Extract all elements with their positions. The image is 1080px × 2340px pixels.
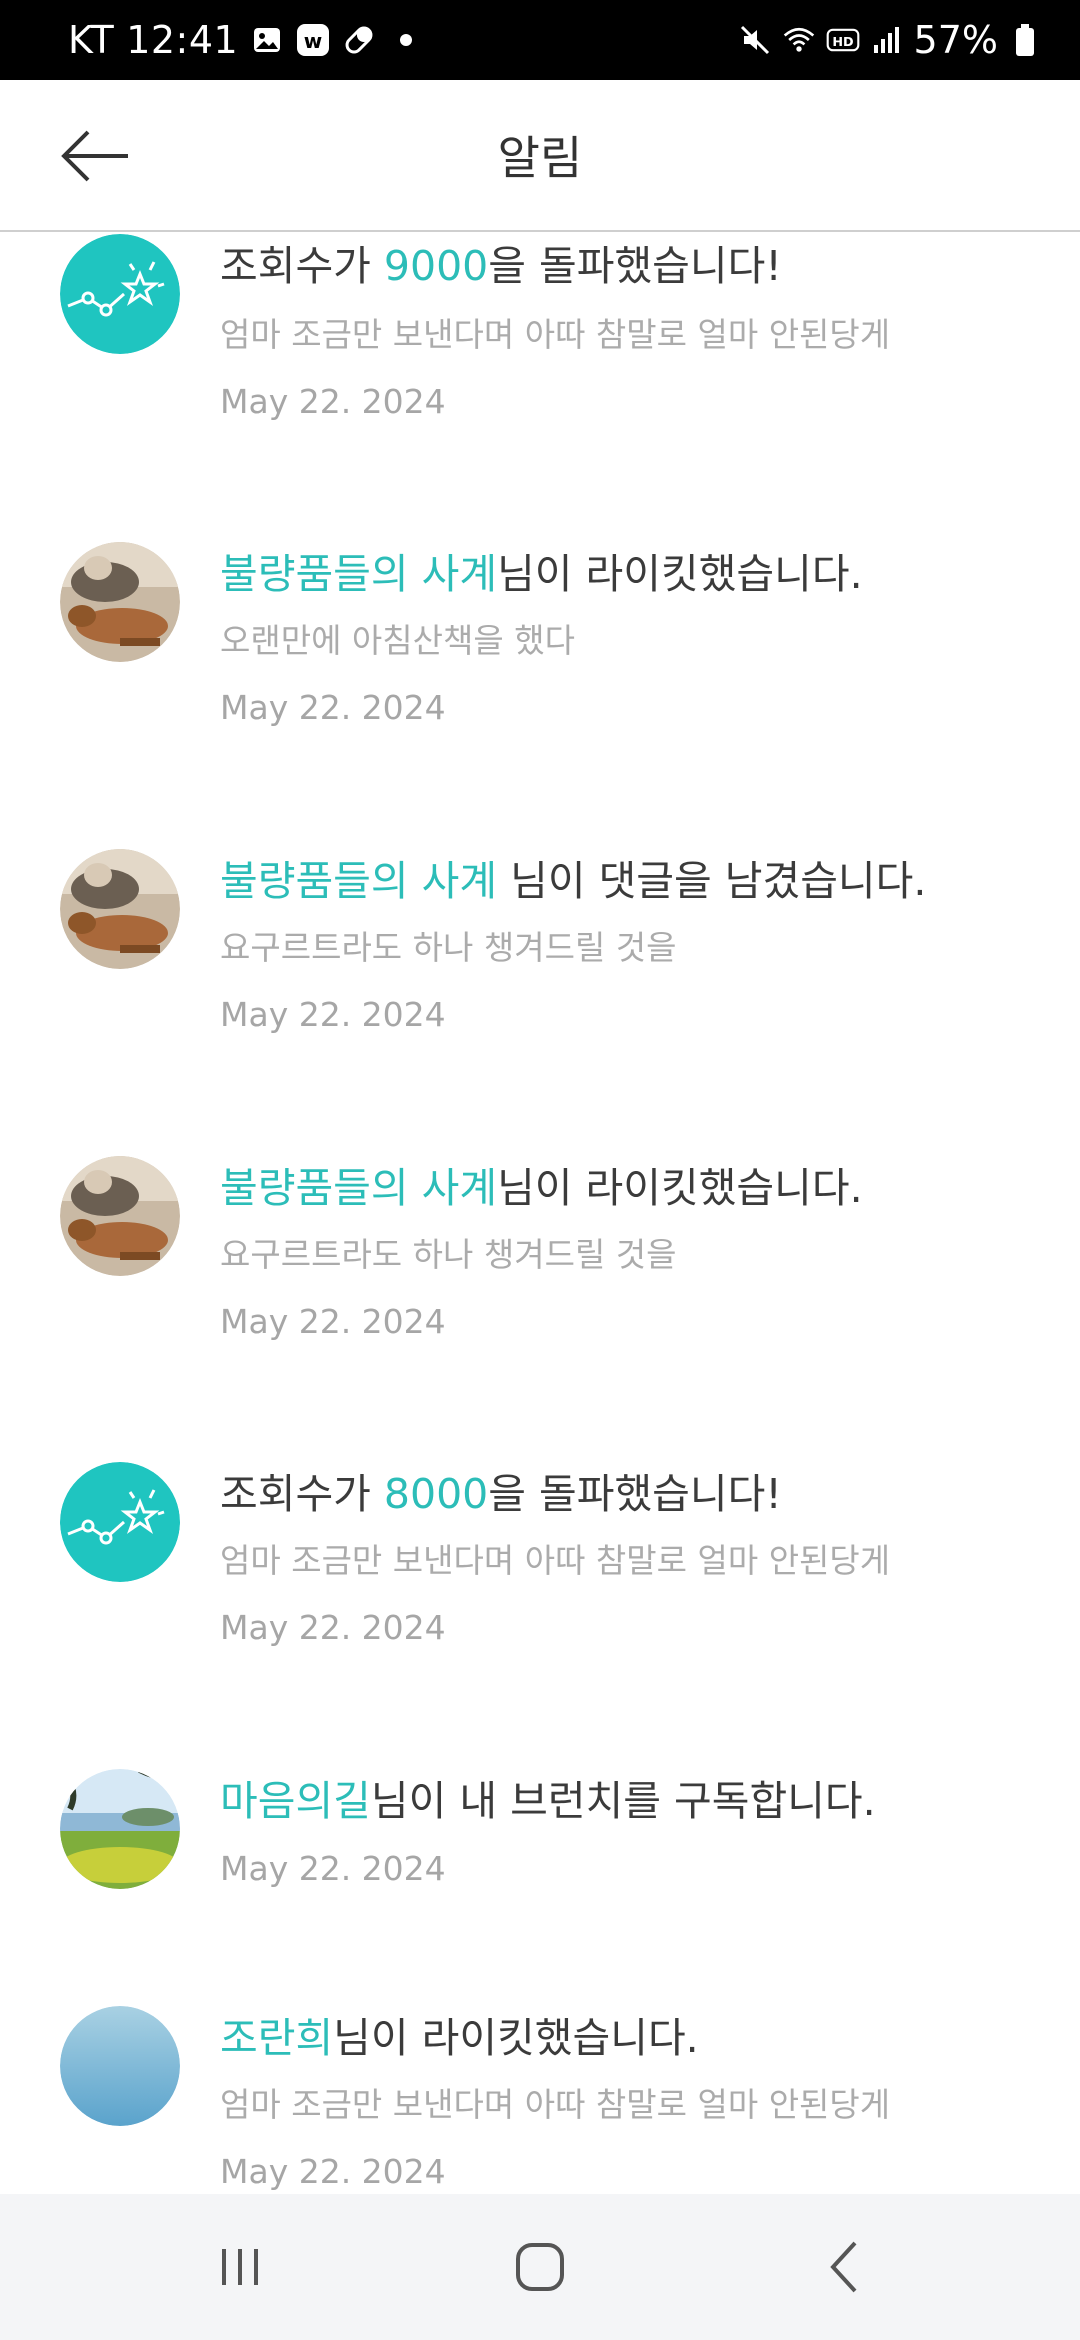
user-avatar-default[interactable] xyxy=(60,2006,180,2126)
notification-dot-icon xyxy=(400,34,413,46)
signal-icon xyxy=(870,23,904,57)
stats-star-icon xyxy=(60,234,180,354)
home-button[interactable] xyxy=(500,2232,580,2302)
notification-date: May 22. 2024 xyxy=(220,1608,446,1647)
svg-text:w: w xyxy=(304,29,322,53)
notification-message: 불량품들의 사계님이 라이킷했습니다. xyxy=(220,540,863,600)
notification-subtitle: 엄마 조금만 보낸다며 아따 참말로 얼마 안된당게 xyxy=(220,2085,891,2124)
notification-message: 조회수가 9000을 돌파했습니다! xyxy=(220,232,782,292)
notification-message: 조회수가 8000을 돌파했습니다! xyxy=(220,1460,782,1520)
page-title: 알림 xyxy=(497,131,583,185)
recent-apps-button[interactable] xyxy=(200,2232,280,2302)
message-highlight[interactable]: 마음의길 xyxy=(220,1777,371,1825)
notification-date: May 22. 2024 xyxy=(220,1302,446,1341)
message-text: 님이 라이킷했습니다. xyxy=(497,1164,863,1212)
notification-item[interactable]: 조회수가 9000을 돌파했습니다! 엄마 조금만 보낸다며 아따 참말로 얼마… xyxy=(0,232,1080,522)
message-text: 님이 라이킷했습니다. xyxy=(497,550,863,598)
message-text: 님이 내 브런치를 구독합니다. xyxy=(370,1777,876,1825)
chevron-left-icon xyxy=(830,2241,857,2293)
notification-date: May 22. 2024 xyxy=(220,2152,446,2191)
notification-list[interactable]: 조회수가 9000을 돌파했습니다! 엄마 조금만 보낸다며 아따 참말로 얼마… xyxy=(0,232,1080,2194)
notification-date: May 22. 2024 xyxy=(220,1849,446,1888)
message-highlight: 9000 xyxy=(383,242,489,290)
message-highlight[interactable]: 불량품들의 사계 xyxy=(220,1164,497,1212)
notification-item[interactable]: 조회수가 8000을 돌파했습니다! 엄마 조금만 보낸다며 아따 참말로 얼마… xyxy=(0,1452,1080,1742)
hd-icon: HD xyxy=(826,23,860,57)
notification-message: 마음의길님이 내 브런치를 구독합니다. xyxy=(220,1767,876,1827)
notification-subtitle: 요구르트라도 하나 챙겨드릴 것을 xyxy=(220,928,677,967)
recent-apps-icon xyxy=(222,2249,258,2285)
notification-item[interactable]: 불량품들의 사계 님이 댓글을 남겼습니다. 요구르트라도 하나 챙겨드릴 것을… xyxy=(0,839,1080,1129)
notification-date: May 22. 2024 xyxy=(220,382,446,421)
notification-subtitle: 요구르트라도 하나 챙겨드릴 것을 xyxy=(220,1235,677,1274)
message-text: 조회수가 xyxy=(220,1470,384,1518)
stats-star-icon xyxy=(60,1462,180,1582)
notification-item[interactable]: 불량품들의 사계님이 라이킷했습니다. 오랜만에 아침산책을 했다 May 22… xyxy=(0,532,1080,822)
message-text: 조회수가 xyxy=(220,242,384,290)
user-avatar-photo[interactable] xyxy=(60,1769,180,1889)
notification-item[interactable]: 마음의길님이 내 브런치를 구독합니다. May 22. 2024 xyxy=(0,1759,1080,1989)
gallery-icon xyxy=(250,23,284,57)
message-text: 을 돌파했습니다! xyxy=(488,1470,782,1518)
message-text: 님이 댓글을 남겼습니다. xyxy=(497,857,927,905)
pill-icon xyxy=(342,23,376,57)
message-highlight[interactable]: 조란희 xyxy=(220,2014,333,2062)
nav-back-button[interactable] xyxy=(805,2232,885,2302)
notification-subtitle: 엄마 조금만 보낸다며 아따 참말로 얼마 안된당게 xyxy=(220,1541,891,1580)
mute-icon xyxy=(738,23,772,57)
message-highlight[interactable]: 불량품들의 사계 xyxy=(220,550,497,598)
notification-item[interactable]: 조란희님이 라이킷했습니다. 엄마 조금만 보낸다며 아따 참말로 얼마 안된당… xyxy=(0,1996,1080,2194)
user-avatar-photo[interactable] xyxy=(60,542,180,662)
notification-subtitle: 엄마 조금만 보낸다며 아따 참말로 얼마 안된당게 xyxy=(220,315,891,354)
message-highlight[interactable]: 불량품들의 사계 xyxy=(220,857,497,905)
notification-subtitle: 오랜만에 아침산책을 했다 xyxy=(220,621,575,660)
notification-message: 조란희님이 라이킷했습니다. xyxy=(220,2004,699,2064)
notification-date: May 22. 2024 xyxy=(220,688,446,727)
user-avatar-photo[interactable] xyxy=(60,849,180,969)
system-nav-bar xyxy=(0,2194,1080,2340)
w-app-icon: w xyxy=(296,23,330,57)
notification-date: May 22. 2024 xyxy=(220,995,446,1034)
message-highlight: 8000 xyxy=(383,1470,489,1518)
user-avatar-photo[interactable] xyxy=(60,1156,180,1276)
notification-item[interactable]: 불량품들의 사계님이 라이킷했습니다. 요구르트라도 하나 챙겨드릴 것을 Ma… xyxy=(0,1146,1080,1436)
message-text: 님이 라이킷했습니다. xyxy=(333,2014,699,2062)
notification-message: 불량품들의 사계 님이 댓글을 남겼습니다. xyxy=(220,847,926,907)
battery-percent: 57% xyxy=(913,18,998,62)
battery-icon xyxy=(1008,23,1042,57)
status-carrier: KT xyxy=(68,18,115,62)
wifi-icon xyxy=(782,23,816,57)
status-bar: KT 12:41 w HD 57% xyxy=(0,0,1080,80)
notification-message: 불량품들의 사계님이 라이킷했습니다. xyxy=(220,1154,863,1214)
status-time: 12:41 xyxy=(126,18,239,62)
svg-text:HD: HD xyxy=(832,35,853,50)
app-header: 알림 xyxy=(0,80,1080,232)
home-icon xyxy=(516,2243,564,2291)
message-text: 을 돌파했습니다! xyxy=(488,242,782,290)
